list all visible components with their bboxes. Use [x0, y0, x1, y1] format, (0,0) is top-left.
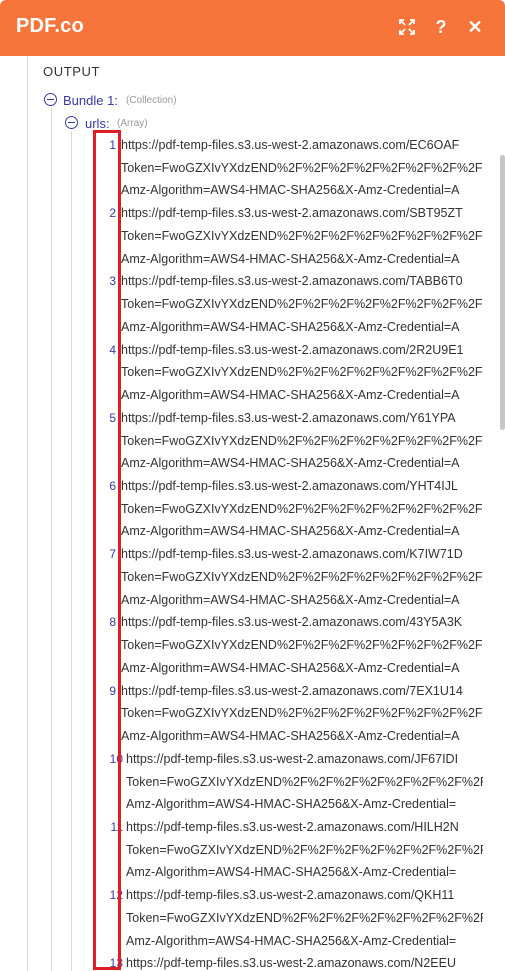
urls-label: urls: [85, 116, 110, 131]
output-label: OUTPUT [43, 64, 101, 79]
array-item-value-line[interactable]: Amz-Algorithm=AWS4-HMAC-SHA256&X-Amz-Cre… [121, 252, 483, 266]
array-item-value-line[interactable]: Token=FwoGZXIvYXdzEND%2F%2F%2F%2F%2F%2F%… [126, 775, 483, 789]
tree-guide-line [71, 131, 72, 971]
array-item-value-line[interactable]: Amz-Algorithm=AWS4-HMAC-SHA256&X-Amz-Cre… [121, 320, 483, 334]
array-item-value-line[interactable]: https://pdf-temp-files.s3.us-west-2.amaz… [121, 547, 483, 561]
output-panel: OUTPUT Bundle 1: (Collection) urls: (Arr… [0, 56, 505, 971]
collapse-urls-icon[interactable] [65, 116, 78, 129]
array-item-value-line[interactable]: https://pdf-temp-files.s3.us-west-2.amaz… [121, 206, 483, 220]
collapse-bundle-icon[interactable] [44, 93, 57, 106]
expand-icon[interactable] [394, 14, 420, 40]
bundle-type: (Collection) [126, 95, 177, 106]
close-icon[interactable]: ✕ [462, 14, 488, 40]
array-item-index: 2 [109, 206, 116, 221]
array-item-value-line[interactable]: Amz-Algorithm=AWS4-HMAC-SHA256&X-Amz-Cre… [121, 183, 483, 197]
array-item-index: 1 [109, 138, 116, 152]
array-item-value-line[interactable]: https://pdf-temp-files.s3.us-west-2.amaz… [121, 138, 483, 152]
array-item-value-line[interactable]: Token=FwoGZXIvYXdzEND%2F%2F%2F%2F%2F%2F%… [121, 434, 483, 448]
array-item-index: 8 [109, 615, 116, 630]
array-item-index: 7 [109, 547, 116, 562]
array-item-index: 4 [109, 342, 116, 357]
array-item-value-line[interactable]: Amz-Algorithm=AWS4-HMAC-SHA256&X-Amz-Cre… [121, 456, 483, 470]
array-item-value-line[interactable]: Token=FwoGZXIvYXdzEND%2F%2F%2F%2F%2F%2F%… [121, 365, 483, 379]
array-item-value-line[interactable]: Token=FwoGZXIvYXdzEND%2F%2F%2F%2F%2F%2F%… [121, 638, 483, 652]
tree-guide-line [27, 56, 28, 971]
array-item-index: 5 [109, 410, 116, 425]
module-header: PDF.co ? ✕ [0, 0, 505, 56]
array-item-value-line[interactable]: https://pdf-temp-files.s3.us-west-2.amaz… [121, 479, 483, 493]
array-item-index: 12 [109, 888, 123, 903]
array-item-value-line[interactable]: Token=FwoGZXIvYXdzEND%2F%2F%2F%2F%2F%2F%… [121, 706, 483, 720]
scrollbar[interactable] [500, 155, 505, 430]
bundle-label: Bundle 1: [63, 93, 118, 108]
module-title: PDF.co [16, 15, 84, 37]
array-item-value-line[interactable]: https://pdf-temp-files.s3.us-west-2.amaz… [121, 615, 483, 629]
array-item-value-line[interactable]: Token=FwoGZXIvYXdzEND%2F%2F%2F%2F%2F%2F%… [121, 502, 483, 516]
array-item-index: 13 [109, 956, 123, 971]
array-item-value-line[interactable]: Amz-Algorithm=AWS4-HMAC-SHA256&X-Amz-Cre… [126, 797, 483, 811]
array-item-value-line[interactable]: Token=FwoGZXIvYXdzEND%2F%2F%2F%2F%2F%2F%… [121, 570, 483, 584]
array-item-index: 9 [109, 683, 116, 698]
array-item-value-line[interactable]: Amz-Algorithm=AWS4-HMAC-SHA256&X-Amz-Cre… [126, 865, 483, 879]
array-item-value-line[interactable]: Token=FwoGZXIvYXdzEND%2F%2F%2F%2F%2F%2F%… [121, 161, 483, 175]
array-item-value-line[interactable]: https://pdf-temp-files.s3.us-west-2.amaz… [126, 752, 483, 766]
array-item-value-line[interactable]: Amz-Algorithm=AWS4-HMAC-SHA256&X-Amz-Cre… [126, 934, 483, 948]
array-item-value-line[interactable]: https://pdf-temp-files.s3.us-west-2.amaz… [126, 888, 483, 902]
array-item-index: 6 [109, 479, 116, 493]
array-item-value-line[interactable]: Amz-Algorithm=AWS4-HMAC-SHA256&X-Amz-Cre… [121, 593, 483, 607]
array-item-value-line[interactable]: Token=FwoGZXIvYXdzEND%2F%2F%2F%2F%2F%2F%… [126, 911, 483, 925]
array-item-value-line[interactable]: Token=FwoGZXIvYXdzEND%2F%2F%2F%2F%2F%2F%… [121, 297, 483, 311]
help-icon[interactable]: ? [428, 14, 454, 40]
tree-guide-line [51, 108, 52, 971]
array-item-value-line[interactable]: https://pdf-temp-files.s3.us-west-2.amaz… [121, 343, 483, 357]
array-item-value-line[interactable]: Amz-Algorithm=AWS4-HMAC-SHA256&X-Amz-Cre… [121, 388, 483, 402]
array-item-value-line[interactable]: https://pdf-temp-files.s3.us-west-2.amaz… [126, 956, 483, 970]
array-item-value-line[interactable]: Token=FwoGZXIvYXdzEND%2F%2F%2F%2F%2F%2F%… [121, 229, 483, 243]
urls-type: (Array) [117, 118, 148, 129]
array-item-value-line[interactable]: Amz-Algorithm=AWS4-HMAC-SHA256&X-Amz-Cre… [121, 524, 483, 538]
array-item-value-line[interactable]: Amz-Algorithm=AWS4-HMAC-SHA256&X-Amz-Cre… [121, 661, 483, 675]
array-item-value-line[interactable]: https://pdf-temp-files.s3.us-west-2.amaz… [121, 274, 483, 288]
array-item-value-line[interactable]: https://pdf-temp-files.s3.us-west-2.amaz… [121, 411, 483, 425]
array-item-index: 3 [109, 274, 116, 289]
array-item-value-line[interactable]: https://pdf-temp-files.s3.us-west-2.amaz… [126, 820, 483, 834]
array-item-value-line[interactable]: https://pdf-temp-files.s3.us-west-2.amaz… [121, 684, 483, 698]
array-item-index: 11 [110, 820, 123, 834]
array-item-value-line[interactable]: Token=FwoGZXIvYXdzEND%2F%2F%2F%2F%2F%2F%… [126, 843, 483, 857]
array-item-value-line[interactable]: Amz-Algorithm=AWS4-HMAC-SHA256&X-Amz-Cre… [121, 729, 483, 743]
array-item-index: 10 [109, 751, 123, 766]
